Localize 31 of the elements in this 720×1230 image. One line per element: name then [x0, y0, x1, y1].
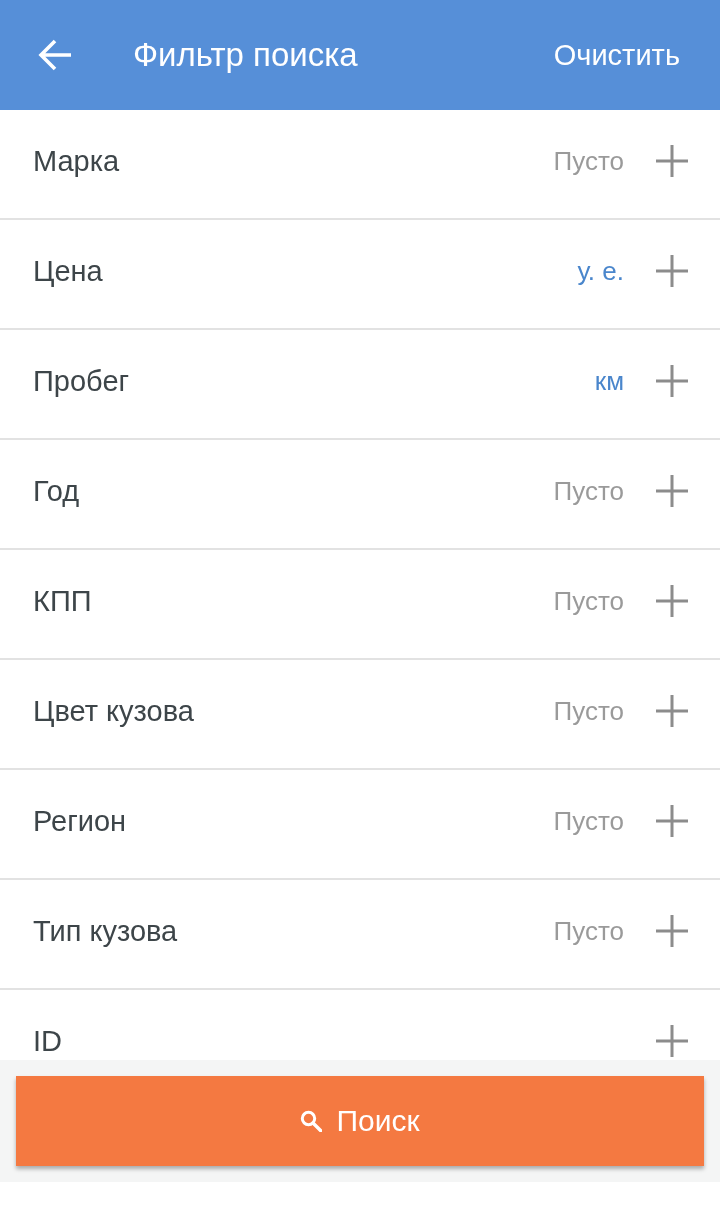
filter-label: Цвет кузова — [33, 694, 195, 728]
filter-value: Пусто — [553, 695, 624, 727]
filter-label: Тип кузова — [33, 914, 179, 948]
clear-button[interactable]: Очистить — [553, 38, 680, 72]
filter-label: Марка — [33, 144, 121, 178]
filter-value: Пусто — [553, 475, 624, 507]
filter-value: Пусто — [553, 145, 624, 177]
plus-icon[interactable] — [656, 1025, 688, 1057]
back-arrow-icon[interactable] — [38, 39, 72, 71]
filter-value: км — [594, 365, 624, 397]
page-title: Фильтр поиска — [133, 36, 359, 74]
plus-icon[interactable] — [656, 255, 688, 287]
filter-value: Пусто — [553, 585, 624, 617]
plus-icon[interactable] — [656, 365, 688, 397]
filter-label: КПП — [33, 584, 93, 618]
search-button[interactable]: Поиск — [16, 1076, 704, 1166]
filter-label: Цена — [33, 254, 104, 288]
filter-label: Год — [33, 474, 81, 508]
plus-icon[interactable] — [656, 805, 688, 837]
filter-value: Пусто — [553, 805, 624, 837]
plus-icon[interactable] — [656, 585, 688, 617]
filter-value: Пусто — [553, 915, 624, 947]
plus-icon[interactable] — [656, 915, 688, 947]
plus-icon[interactable] — [656, 475, 688, 507]
filter-label: Регион — [33, 804, 128, 838]
search-icon — [300, 1110, 323, 1132]
plus-icon[interactable] — [656, 695, 688, 727]
filter-label: ID — [33, 1024, 63, 1058]
filter-label: Пробег — [33, 364, 131, 398]
filter-value: у. е. — [577, 255, 624, 287]
plus-icon[interactable] — [656, 145, 688, 177]
